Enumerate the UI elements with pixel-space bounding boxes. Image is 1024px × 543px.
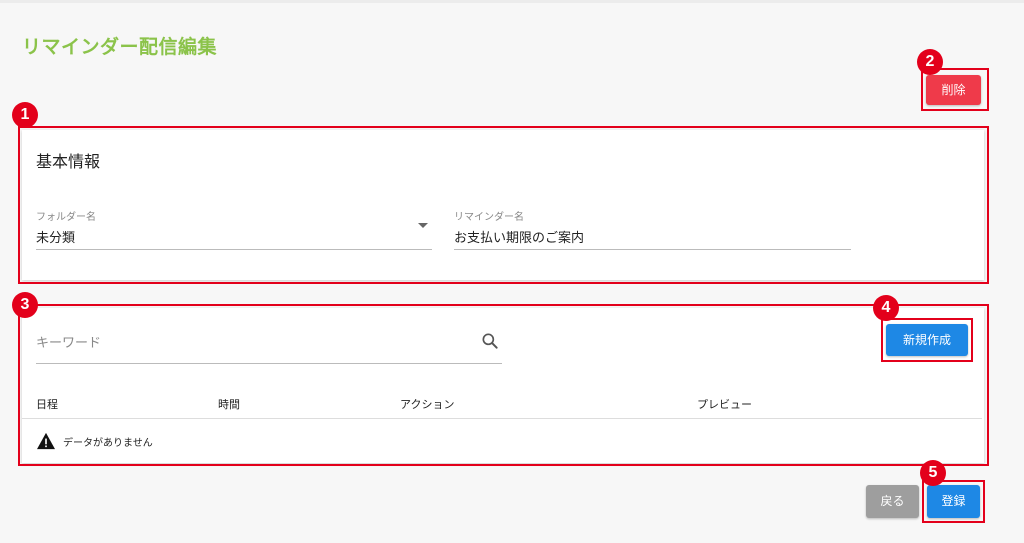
annotation-marker-1: 1 <box>12 102 38 128</box>
search-underline <box>36 363 502 364</box>
column-header-action[interactable]: アクション <box>400 396 454 412</box>
back-button[interactable]: 戻る <box>866 485 919 518</box>
annotation-marker-2: 2 <box>917 49 943 75</box>
search-input[interactable] <box>36 330 476 356</box>
reminder-name-label: リマインダー名 <box>454 212 524 223</box>
chevron-down-icon[interactable] <box>418 223 428 228</box>
section-title: 基本情報 <box>36 152 101 171</box>
field-underline <box>454 249 851 250</box>
new-button[interactable]: 新規作成 <box>886 324 968 356</box>
table-header: 日程 時間 アクション プレビュー <box>22 386 982 419</box>
empty-message: データがありません <box>63 437 153 449</box>
folder-label: フォルダー名 <box>36 212 96 223</box>
reminder-name-field[interactable]: リマインダー名 お支払い期限のご案内 <box>454 208 851 250</box>
delete-button[interactable]: 削除 <box>926 75 981 105</box>
empty-state: データがありません <box>36 432 153 450</box>
folder-value: 未分類 <box>36 231 76 246</box>
annotation-marker-4: 4 <box>873 295 899 321</box>
basic-info-card: 基本情報 フォルダー名 未分類 リマインダー名 お支払い期限のご案内 <box>22 130 984 280</box>
column-header-date[interactable]: 日程 <box>36 396 58 412</box>
keyword-search <box>36 326 502 364</box>
folder-select[interactable]: フォルダー名 未分類 <box>36 208 432 250</box>
top-border <box>0 0 1024 3</box>
register-button[interactable]: 登録 <box>927 485 980 518</box>
reminder-name-value[interactable]: お支払い期限のご案内 <box>454 227 851 246</box>
page-title: リマインダー配信編集 <box>22 36 218 58</box>
annotation-marker-3: 3 <box>12 292 38 318</box>
schedule-list-card: 日程 時間 アクション プレビュー データがありません <box>22 308 984 463</box>
annotation-marker-5: 5 <box>920 460 946 486</box>
warning-icon <box>37 432 55 450</box>
column-header-preview[interactable]: プレビュー <box>697 396 752 412</box>
search-icon[interactable] <box>480 331 500 351</box>
column-header-time[interactable]: 時間 <box>218 396 240 412</box>
field-underline <box>36 249 432 250</box>
